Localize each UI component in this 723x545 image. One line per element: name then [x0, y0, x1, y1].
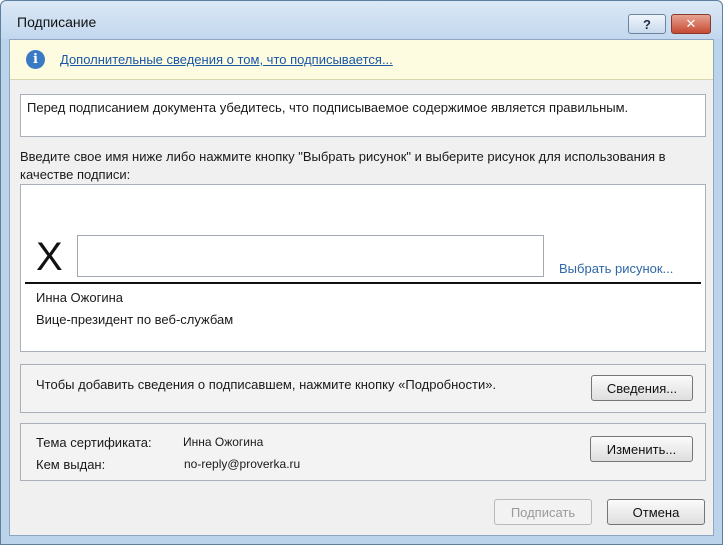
signature-area: X Выбрать рисунок... Инна Ожогина Вице-п… — [20, 184, 706, 352]
signer-title: Вице-президент по веб-службам — [36, 312, 234, 327]
signature-name-input[interactable] — [77, 235, 544, 277]
certificate-subject-label: Тема сертификата: — [36, 435, 152, 450]
info-bar: i Дополнительные сведения о том, что под… — [10, 40, 713, 80]
details-button[interactable]: Сведения... — [591, 375, 693, 401]
dialog-title: Подписание — [17, 14, 97, 30]
signer-details-panel: Чтобы добавить сведения о подписавшем, н… — [20, 364, 706, 413]
cancel-button[interactable]: Отмена — [607, 499, 705, 525]
signature-x-mark: X — [36, 235, 63, 279]
change-certificate-button[interactable]: Изменить... — [590, 436, 693, 462]
certificate-issuer-value: no-reply@proverka.ru — [184, 457, 301, 471]
signer-details-text: Чтобы добавить сведения о подписавшем, н… — [36, 377, 497, 392]
title-bar: Подписание ? ✕ — [1, 1, 722, 39]
signature-instruction-text: Введите свое имя ниже либо нажмите кнопк… — [20, 149, 666, 182]
certificate-subject-value: Инна Ожогина — [183, 435, 264, 449]
dialog-client-area: i Дополнительные сведения о том, что под… — [9, 39, 714, 536]
info-icon: i — [26, 50, 45, 69]
close-button[interactable]: ✕ — [671, 14, 711, 34]
sign-button[interactable]: Подписать — [494, 499, 592, 525]
more-info-link[interactable]: Дополнительные сведения о том, что подпи… — [60, 52, 393, 67]
select-image-link[interactable]: Выбрать рисунок... — [559, 261, 673, 276]
signer-name: Инна Ожогина — [36, 290, 123, 305]
sign-dialog-window: Подписание ? ✕ i Дополнительные сведения… — [0, 0, 723, 545]
certificate-issuer-label: Кем выдан: — [36, 457, 106, 472]
help-button[interactable]: ? — [628, 14, 666, 34]
verify-notice-text: Перед подписанием документа убедитесь, ч… — [27, 100, 629, 115]
certificate-panel: Тема сертификата: Инна Ожогина Кем выдан… — [20, 423, 706, 481]
verify-notice-box: Перед подписанием документа убедитесь, ч… — [20, 94, 706, 137]
signature-line — [25, 282, 701, 284]
